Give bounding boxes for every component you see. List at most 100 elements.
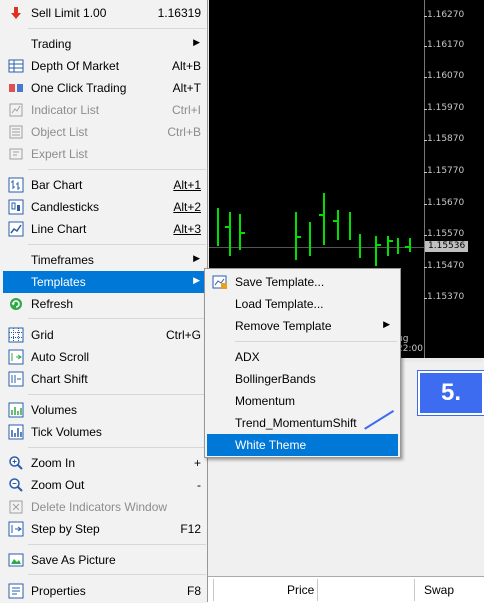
price-bar xyxy=(375,236,377,266)
price-column-header[interactable]: Price xyxy=(287,583,314,597)
menu-separator xyxy=(28,544,206,545)
menu-item-label: Indicator List xyxy=(31,103,100,117)
menu-item-label: Sell Limit 1.00 xyxy=(31,6,107,20)
menu-item-label: One Click Trading xyxy=(31,81,127,95)
submenu-item-load-template[interactable]: Load Template... xyxy=(207,293,398,315)
submenu-item-label: Load Template... xyxy=(235,297,324,311)
menu-item-label: Refresh xyxy=(31,297,74,311)
menu-item-shortcut: F8 xyxy=(186,584,201,598)
chart-context-menu: Sell Limit 1.00 1.16319 Trading ▶ Depth … xyxy=(0,0,208,602)
price-bar-tick xyxy=(225,226,229,228)
submenu-item-template-adx[interactable]: ADX xyxy=(207,346,398,368)
menu-item-expert-list[interactable]: Expert List xyxy=(3,143,206,165)
object-list-icon xyxy=(9,125,23,139)
menu-item-zoom-out[interactable]: Zoom Out - xyxy=(3,474,206,496)
menu-item-tick-volumes[interactable]: Tick Volumes xyxy=(3,421,206,443)
menu-item-timeframes[interactable]: Timeframes ▶ xyxy=(3,249,206,271)
submenu-item-label: Remove Template xyxy=(235,319,332,333)
menu-item-zoom-in[interactable]: Zoom In + xyxy=(3,452,206,474)
price-axis[interactable]: 1.16270 1.16170 1.16070 1.15970 1.15870 … xyxy=(423,0,484,358)
menu-item-depth-of-market[interactable]: Depth Of Market Alt+B xyxy=(3,55,206,77)
menu-item-shortcut: Alt+1 xyxy=(173,178,201,192)
menu-item-shortcut: - xyxy=(197,478,201,492)
menu-item-bar-chart[interactable]: Bar Chart Alt+1 xyxy=(3,174,206,196)
price-bar xyxy=(337,210,339,240)
menu-item-label: Object List xyxy=(31,125,88,139)
submenu-item-label: Save Template... xyxy=(235,275,325,289)
price-bar xyxy=(229,212,231,256)
menu-item-volumes[interactable]: Volumes xyxy=(3,399,206,421)
menu-item-refresh[interactable]: Refresh xyxy=(3,293,206,315)
column-separator xyxy=(414,579,415,601)
menu-item-templates[interactable]: Templates ▶ xyxy=(3,271,206,293)
column-separator xyxy=(317,579,318,601)
price-bar-tick xyxy=(333,220,337,222)
line-chart-icon xyxy=(8,221,24,237)
price-bar-tick xyxy=(389,240,393,242)
submenu-item-template-white-theme[interactable]: White Theme xyxy=(207,434,398,456)
candlesticks-icon xyxy=(8,199,24,215)
menu-separator xyxy=(28,28,206,29)
menu-item-label: Timeframes xyxy=(31,253,94,267)
menu-item-indicator-list[interactable]: Indicator List Ctrl+I xyxy=(3,99,206,121)
menu-item-label: Candlesticks xyxy=(31,200,100,214)
templates-submenu: Save Template... Load Template... Remove… xyxy=(204,268,401,458)
properties-icon xyxy=(8,583,24,599)
menu-item-shortcut: Alt+2 xyxy=(173,200,201,214)
menu-item-trading[interactable]: Trading ▶ xyxy=(3,33,206,55)
submenu-item-label: Trend_MomentumShift xyxy=(235,416,357,430)
expert-list-icon xyxy=(9,148,23,160)
submenu-item-remove-template[interactable]: Remove Template ▶ xyxy=(207,315,398,337)
menu-item-label: Step by Step xyxy=(31,522,100,536)
menu-item-label: Zoom Out xyxy=(31,478,85,492)
menu-item-one-click-trading[interactable]: One Click Trading Alt+T xyxy=(3,77,206,99)
menu-item-delete-indicators-window[interactable]: Delete Indicators Window xyxy=(3,496,206,518)
submenu-item-save-template[interactable]: Save Template... xyxy=(207,271,398,293)
menu-item-save-as-picture[interactable]: Save As Picture xyxy=(3,549,206,571)
menu-item-object-list[interactable]: Object List Ctrl+B xyxy=(3,121,206,143)
zoom-out-icon xyxy=(9,478,23,492)
menu-item-candlesticks[interactable]: Candlesticks Alt+2 xyxy=(3,196,206,218)
menu-separator xyxy=(28,169,206,170)
indicator-list-icon xyxy=(9,103,23,117)
price-bar xyxy=(349,212,351,240)
menu-separator xyxy=(28,394,206,395)
menu-item-step-by-step[interactable]: Step by Step F12 xyxy=(3,518,206,540)
menu-item-shortcut: Alt+B xyxy=(171,59,201,73)
menu-item-grid[interactable]: Grid Ctrl+G xyxy=(3,324,206,346)
menu-item-line-chart[interactable]: Line Chart Alt+3 xyxy=(3,218,206,240)
submenu-item-template-bollingerbands[interactable]: BollingerBands xyxy=(207,368,398,390)
menu-item-auto-scroll[interactable]: Auto Scroll xyxy=(3,346,206,368)
swap-column-header[interactable]: Swap xyxy=(424,583,454,597)
menu-item-label: Trading xyxy=(31,37,72,51)
zoom-in-icon xyxy=(9,456,23,470)
step-by-step-icon xyxy=(8,521,24,537)
step-callout-badge: 5. xyxy=(418,371,484,415)
menu-item-label: Templates xyxy=(31,275,86,289)
menu-item-value: 1.16319 xyxy=(157,6,201,20)
submenu-item-label: Momentum xyxy=(235,394,296,408)
save-picture-icon xyxy=(8,553,24,567)
price-bar-tick xyxy=(377,244,381,246)
time-axis-label: ug 22:00 xyxy=(397,334,423,354)
price-bar-tick xyxy=(405,246,409,248)
submenu-arrow-icon: ▶ xyxy=(383,319,390,329)
delete-window-icon xyxy=(9,500,23,514)
chart-shift-icon xyxy=(8,371,24,387)
menu-item-shortcut: F12 xyxy=(180,522,201,536)
menu-item-shortcut: Ctrl+B xyxy=(167,125,201,139)
refresh-icon xyxy=(10,298,22,310)
menu-item-properties[interactable]: Properties F8 xyxy=(3,580,206,602)
price-tick: 1.16170 xyxy=(423,40,465,50)
price-bar xyxy=(217,208,219,246)
bar-chart-icon xyxy=(8,177,24,193)
menu-item-shortcut: + xyxy=(193,456,201,470)
menu-item-chart-shift[interactable]: Chart Shift xyxy=(3,368,206,390)
submenu-item-template-momentum[interactable]: Momentum xyxy=(207,390,398,412)
submenu-arrow-icon: ▶ xyxy=(193,275,200,285)
menu-item-shortcut: Alt+3 xyxy=(173,222,201,236)
price-tick: 1.15870 xyxy=(423,134,465,144)
submenu-item-template-trend-momentumshift[interactable]: Trend_MomentumShift xyxy=(207,412,398,434)
menu-item-sell-limit[interactable]: Sell Limit 1.00 1.16319 xyxy=(3,2,206,24)
menu-item-label: Tick Volumes xyxy=(31,425,102,439)
